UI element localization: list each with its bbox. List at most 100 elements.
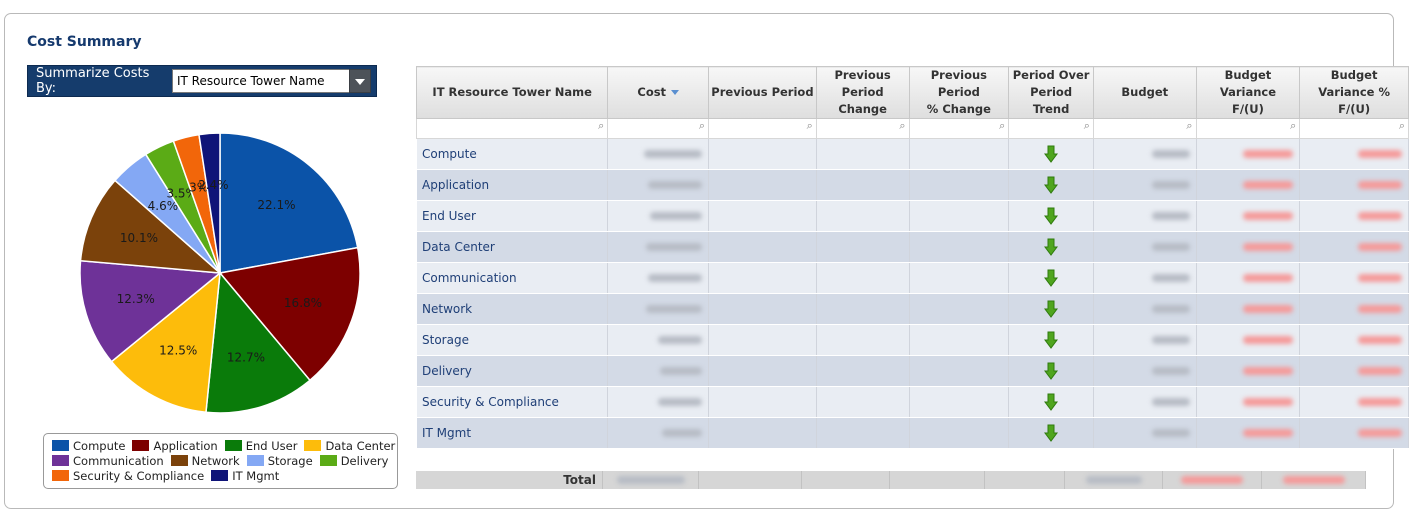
empty-cell — [708, 293, 817, 325]
row-name[interactable]: Data Center — [415, 231, 609, 263]
legend-swatch — [211, 470, 229, 481]
column-header[interactable]: Cost — [607, 66, 710, 119]
value-cell — [1092, 386, 1197, 418]
column-header[interactable]: IT Resource Tower Name — [415, 66, 609, 119]
redacted-value — [1243, 181, 1294, 189]
row-name[interactable]: Storage — [415, 324, 609, 356]
table-row[interactable]: Storage — [415, 324, 1409, 356]
column-header[interactable]: Budget Variance F/(U) — [1195, 66, 1301, 119]
row-name[interactable]: Network — [415, 293, 609, 325]
column-header[interactable]: Budget Variance % F/(U) — [1299, 66, 1409, 119]
row-name[interactable]: End User — [415, 200, 609, 232]
legend-item[interactable]: IT Mgmt — [211, 469, 279, 483]
value-cell — [607, 324, 710, 356]
empty-cell — [708, 231, 817, 263]
legend-swatch — [170, 455, 188, 466]
row-name[interactable]: Delivery — [415, 355, 609, 387]
trend-cell — [1008, 262, 1094, 294]
legend-item[interactable]: Security & Compliance — [52, 469, 204, 483]
redacted-value — [648, 181, 703, 189]
filter-search-icon[interactable] — [815, 118, 910, 139]
value-cell — [1092, 293, 1197, 325]
table-row[interactable]: Application — [415, 169, 1409, 201]
total-value — [1065, 471, 1163, 489]
sort-desc-icon — [671, 90, 680, 95]
legend-item[interactable]: Network — [170, 454, 240, 468]
table-row[interactable]: Network — [415, 293, 1409, 325]
filter-search-icon[interactable] — [708, 118, 817, 139]
table-row[interactable]: Communication — [415, 262, 1409, 294]
legend-swatch — [246, 455, 264, 466]
empty-cell — [708, 200, 817, 232]
redacted-value — [1358, 398, 1402, 406]
value-cell — [1092, 200, 1197, 232]
legend-item[interactable]: Compute — [52, 439, 125, 453]
filter-search-icon[interactable] — [1092, 118, 1197, 139]
trend-cell — [1008, 355, 1094, 387]
table-row[interactable]: Data Center — [415, 231, 1409, 263]
empty-cell — [815, 417, 910, 449]
filter-search-icon[interactable] — [908, 118, 1010, 139]
redacted-value — [616, 476, 685, 484]
redacted-value — [658, 336, 703, 344]
value-cell — [1299, 262, 1409, 294]
cost-pie-chart: 22.1%16.8%12.7%12.5%12.3%10.1%4.6%3.5%3%… — [79, 132, 361, 414]
empty-cell — [708, 386, 817, 418]
value-cell — [607, 417, 710, 449]
empty-cell — [708, 138, 817, 170]
pie-label: 12.7% — [227, 350, 265, 364]
row-name[interactable]: Communication — [415, 262, 609, 294]
value-cell — [1195, 169, 1301, 201]
table-row[interactable]: IT Mgmt — [415, 417, 1409, 449]
row-name[interactable]: IT Mgmt — [415, 417, 609, 449]
table-row[interactable]: Delivery — [415, 355, 1409, 387]
filter-search-icon[interactable] — [1299, 118, 1409, 139]
redacted-value — [1151, 243, 1190, 251]
table-row[interactable]: End User — [415, 200, 1409, 232]
value-cell — [1195, 386, 1301, 418]
table-row[interactable]: Security & Compliance — [415, 386, 1409, 418]
legend-item[interactable]: End User — [224, 439, 297, 453]
row-name[interactable]: Compute — [415, 138, 609, 170]
legend-item[interactable]: Communication — [52, 454, 164, 468]
empty-cell — [708, 169, 817, 201]
empty-cell — [908, 262, 1010, 294]
redacted-value — [1358, 181, 1402, 189]
empty-cell — [908, 324, 1010, 356]
filter-search-icon[interactable] — [415, 118, 609, 139]
legend-label: Compute — [73, 438, 126, 453]
empty-cell — [908, 169, 1010, 201]
redacted-value — [650, 212, 703, 220]
redacted-value — [1243, 367, 1294, 375]
filter-search-icon[interactable] — [1195, 118, 1301, 139]
filter-search-icon[interactable] — [1008, 118, 1094, 139]
column-header[interactable]: Previous Period — [708, 66, 817, 119]
column-header[interactable]: Previous Period% Change — [908, 66, 1010, 119]
value-cell — [1092, 169, 1197, 201]
value-cell — [1195, 355, 1301, 387]
column-header[interactable]: Previous Period Change — [815, 66, 910, 119]
legend-item[interactable]: Application — [132, 439, 218, 453]
row-name[interactable]: Application — [415, 169, 609, 201]
total-value — [603, 471, 699, 489]
table-row[interactable]: Compute — [415, 138, 1409, 170]
redacted-value — [660, 367, 703, 375]
legend-label: Security & Compliance — [73, 468, 205, 483]
value-cell — [1299, 231, 1409, 263]
trend-down-arrow-icon — [1044, 424, 1059, 442]
column-header[interactable]: Period Over Period Trend — [1008, 66, 1094, 119]
redacted-value — [1181, 476, 1243, 484]
legend-item[interactable]: Storage — [246, 454, 313, 468]
legend-item[interactable]: Delivery — [319, 454, 388, 468]
row-name[interactable]: Security & Compliance — [415, 386, 609, 418]
value-cell — [1299, 324, 1409, 356]
redacted-value — [1243, 336, 1294, 344]
value-cell — [607, 355, 710, 387]
legend-item[interactable]: Data Center — [304, 439, 395, 453]
value-cell — [1195, 293, 1301, 325]
value-cell — [607, 169, 710, 201]
column-header[interactable]: Budget — [1092, 66, 1197, 119]
legend-swatch — [319, 455, 337, 466]
filter-search-icon[interactable] — [607, 118, 710, 139]
trend-cell — [1008, 293, 1094, 325]
